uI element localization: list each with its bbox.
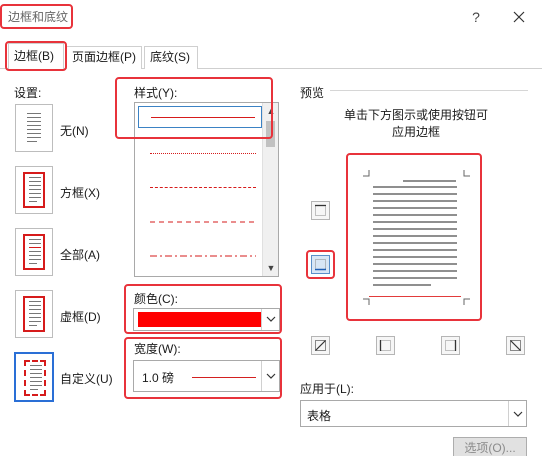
setting-none-label[interactable]: 无(N) bbox=[60, 122, 89, 139]
preview-label: 预览 bbox=[300, 86, 325, 100]
chevron-down-icon[interactable] bbox=[261, 361, 279, 391]
close-icon[interactable] bbox=[508, 6, 530, 28]
style-option-dash-large[interactable] bbox=[138, 211, 262, 233]
setting-none-thumb[interactable] bbox=[15, 104, 53, 152]
setting-box-thumb[interactable] bbox=[15, 166, 53, 214]
tab-page-borders[interactable]: 页面边框(P) bbox=[66, 46, 142, 69]
preview-hint: 单击下方图示或使用按钮可 应用边框 bbox=[300, 107, 532, 141]
color-label: 颜色(C): bbox=[134, 292, 178, 306]
preview-hint-line1: 单击下方图示或使用按钮可 bbox=[343, 108, 488, 122]
width-sample-line bbox=[192, 377, 256, 378]
tab-borders[interactable]: 边框(B) bbox=[8, 43, 64, 69]
preview-page[interactable] bbox=[348, 155, 480, 317]
style-scrollbar[interactable]: ▲ ▼ bbox=[262, 103, 278, 276]
color-swatch bbox=[138, 312, 262, 327]
top-border-button[interactable] bbox=[311, 201, 330, 220]
style-listbox[interactable]: ▲ ▼ bbox=[134, 102, 279, 277]
width-label: 宽度(W): bbox=[134, 342, 181, 356]
setting-all-label[interactable]: 全部(A) bbox=[60, 246, 100, 263]
preview-bottom-border bbox=[369, 296, 461, 297]
options-button[interactable]: 选项(O)... bbox=[453, 437, 527, 456]
setting-custom-label[interactable]: 自定义(U) bbox=[60, 370, 113, 387]
corner-mark-icon bbox=[363, 298, 370, 305]
setting-all-thumb[interactable] bbox=[15, 228, 53, 276]
diagonal-up-button[interactable] bbox=[311, 336, 330, 355]
scroll-down-icon[interactable]: ▼ bbox=[263, 260, 278, 276]
scroll-thumb[interactable] bbox=[266, 121, 275, 147]
setting-grid-thumb[interactable] bbox=[15, 290, 53, 338]
style-label: 样式(Y): bbox=[134, 86, 178, 100]
apply-to-value: 表格 bbox=[307, 409, 332, 423]
tab-shading[interactable]: 底纹(S) bbox=[144, 46, 198, 69]
style-option-dash-small[interactable] bbox=[138, 177, 262, 199]
style-option-dotted[interactable] bbox=[138, 143, 262, 165]
preview-hint-line2: 应用边框 bbox=[391, 125, 440, 139]
style-option-dash-dot[interactable] bbox=[138, 245, 262, 267]
corner-mark-icon bbox=[363, 170, 370, 177]
chevron-down-icon[interactable] bbox=[508, 401, 526, 426]
settings-label: 设置: bbox=[14, 86, 42, 100]
preview-group-line bbox=[330, 90, 528, 91]
scroll-up-icon[interactable]: ▲ bbox=[263, 103, 278, 119]
corner-mark-icon bbox=[463, 298, 470, 305]
right-border-button[interactable] bbox=[441, 336, 460, 355]
left-border-button[interactable] bbox=[376, 336, 395, 355]
corner-mark-icon bbox=[463, 170, 470, 177]
apply-to-dropdown[interactable]: 表格 bbox=[300, 400, 527, 427]
help-button[interactable]: ? bbox=[466, 7, 486, 27]
window-title: 边框和底纹 bbox=[8, 10, 69, 24]
width-value: 1.0 磅 bbox=[142, 371, 175, 385]
setting-box-label[interactable]: 方框(X) bbox=[60, 184, 100, 201]
bottom-border-button[interactable] bbox=[311, 255, 330, 274]
diagonal-down-button[interactable] bbox=[506, 336, 525, 355]
style-option-solid[interactable] bbox=[138, 106, 262, 128]
setting-grid-label[interactable]: 虚框(D) bbox=[60, 308, 101, 325]
chevron-down-icon[interactable] bbox=[261, 309, 279, 330]
title-bar: 边框和底纹 ? bbox=[0, 0, 542, 34]
color-dropdown[interactable] bbox=[133, 308, 280, 331]
apply-to-label: 应用于(L): bbox=[300, 382, 355, 396]
setting-custom-thumb[interactable] bbox=[14, 352, 54, 402]
width-dropdown[interactable]: 1.0 磅 bbox=[133, 360, 280, 392]
